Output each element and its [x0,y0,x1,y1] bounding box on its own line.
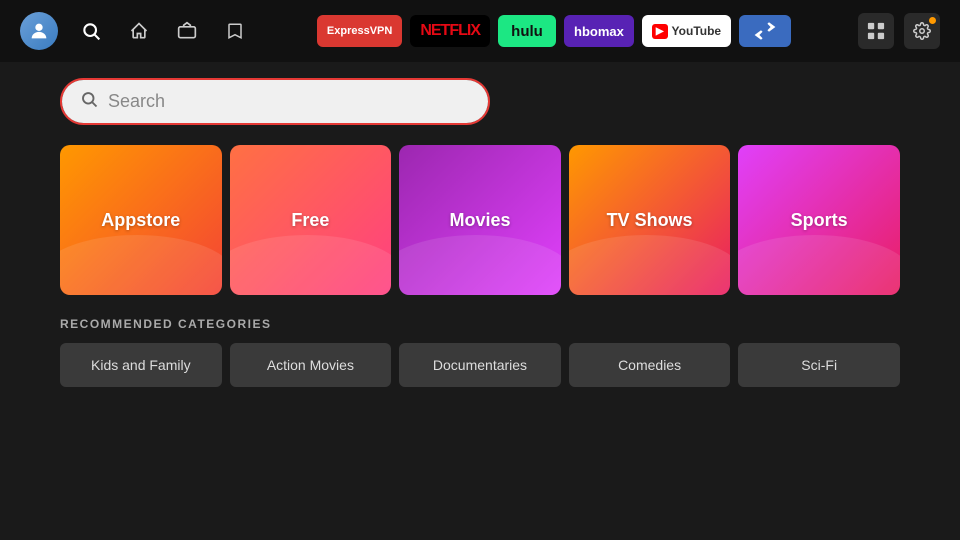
category-documentaries-label: Documentaries [433,357,527,373]
header: ExpressVPN NETFLIX hulu hbomax ▶ YouTube [0,0,960,62]
category-comedies[interactable]: Comedies [569,343,731,387]
youtube-label: YouTube [672,24,722,38]
grid-button[interactable] [858,13,894,49]
recommended-title: RECOMMENDED CATEGORIES [60,317,900,331]
transfer-app[interactable] [739,15,791,47]
hbomax-app[interactable]: hbomax [564,15,634,47]
category-sci-fi-label: Sci-Fi [801,357,837,373]
tile-sports[interactable]: Sports [738,145,900,295]
tile-movies-label: Movies [449,210,510,231]
header-apps: ExpressVPN NETFLIX hulu hbomax ▶ YouTube [317,15,791,47]
category-action-movies-label: Action Movies [267,357,354,373]
hulu-label: hulu [511,23,543,40]
youtube-app[interactable]: ▶ YouTube [642,15,731,47]
category-kids-family[interactable]: Kids and Family [60,343,222,387]
tile-sports-label: Sports [791,210,848,231]
tile-tvshows-label: TV Shows [607,210,693,231]
search-nav-icon[interactable] [76,16,106,46]
tile-appstore-label: Appstore [101,210,180,231]
expressvpn-app[interactable]: ExpressVPN [317,15,402,47]
category-sci-fi[interactable]: Sci-Fi [738,343,900,387]
categories-row: Kids and Family Action Movies Documentar… [60,343,900,387]
netflix-label: NETFLIX [420,22,480,40]
search-placeholder-text: Search [108,91,165,112]
search-box[interactable]: Search [62,80,488,123]
main-content: Search Appstore Free Movies TV Shows Spo… [0,62,960,403]
header-left [20,12,250,50]
tile-movies[interactable]: Movies [399,145,561,295]
category-kids-family-label: Kids and Family [91,357,191,373]
category-documentaries[interactable]: Documentaries [399,343,561,387]
avatar[interactable] [20,12,58,50]
tile-appstore[interactable]: Appstore [60,145,222,295]
search-wrapper: Search [60,78,900,125]
hulu-app[interactable]: hulu [498,15,556,47]
netflix-app[interactable]: NETFLIX [410,15,490,47]
tv-nav-icon[interactable] [172,16,202,46]
category-action-movies[interactable]: Action Movies [230,343,392,387]
category-comedies-label: Comedies [618,357,681,373]
header-right [858,13,940,49]
search-border: Search [60,78,490,125]
tile-tvshows[interactable]: TV Shows [569,145,731,295]
tile-free-label: Free [291,210,329,231]
youtube-play-icon: ▶ [652,24,668,39]
recommended-section: RECOMMENDED CATEGORIES Kids and Family A… [60,317,900,387]
settings-button[interactable] [904,13,940,49]
tiles-row: Appstore Free Movies TV Shows Sports [60,145,900,295]
expressvpn-label: ExpressVPN [327,25,392,37]
home-nav-icon[interactable] [124,16,154,46]
tile-free[interactable]: Free [230,145,392,295]
bookmark-nav-icon[interactable] [220,16,250,46]
search-icon [80,90,98,113]
hbomax-label: hbomax [574,24,624,39]
